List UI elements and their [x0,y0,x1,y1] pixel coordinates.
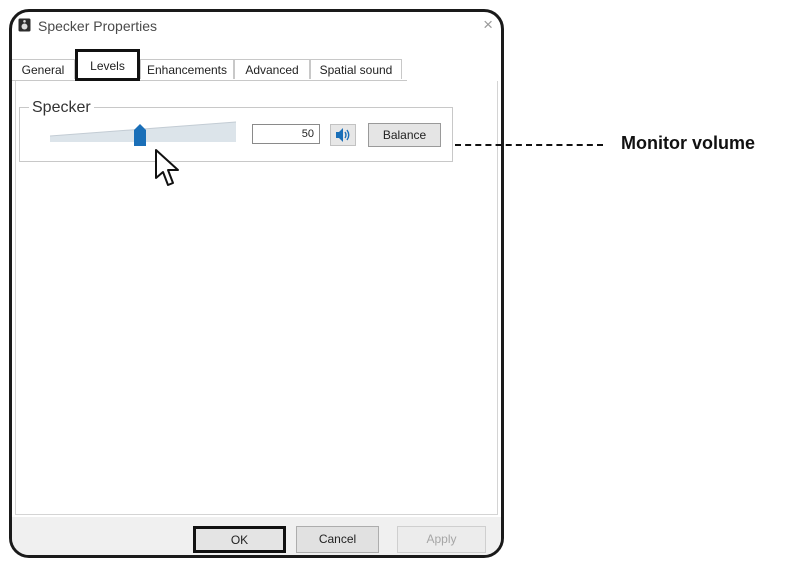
title-bar: Specker Properties × [12,12,501,46]
window-title: Specker Properties [38,18,158,34]
apply-button[interactable]: Apply [397,526,486,553]
volume-value-field[interactable]: 50 [252,124,320,144]
speaker-volume-icon [336,128,350,142]
cancel-button[interactable]: Cancel [296,526,379,553]
page: Specker Properties × General Levels Enha… [0,0,789,565]
mute-button[interactable] [330,124,356,146]
properties-dialog: Specker Properties × General Levels Enha… [9,9,504,558]
ok-button[interactable]: OK [193,526,286,553]
close-icon[interactable]: × [483,16,493,33]
balance-button[interactable]: Balance [368,123,441,147]
tab-general[interactable]: General [12,59,75,79]
tab-levels[interactable]: Levels [75,49,140,81]
group-label: Specker [29,99,94,117]
speaker-device-icon [18,18,31,32]
mouse-cursor-icon [155,149,179,186]
tab-spatial-sound[interactable]: Spatial sound [310,59,402,79]
tab-advanced[interactable]: Advanced [234,59,310,79]
annotation-label: Monitor volume [621,133,755,153]
tab-enhancements[interactable]: Enhancements [140,59,234,79]
volume-slider-thumb[interactable] [134,124,146,146]
annotation-leader-line [455,144,603,146]
